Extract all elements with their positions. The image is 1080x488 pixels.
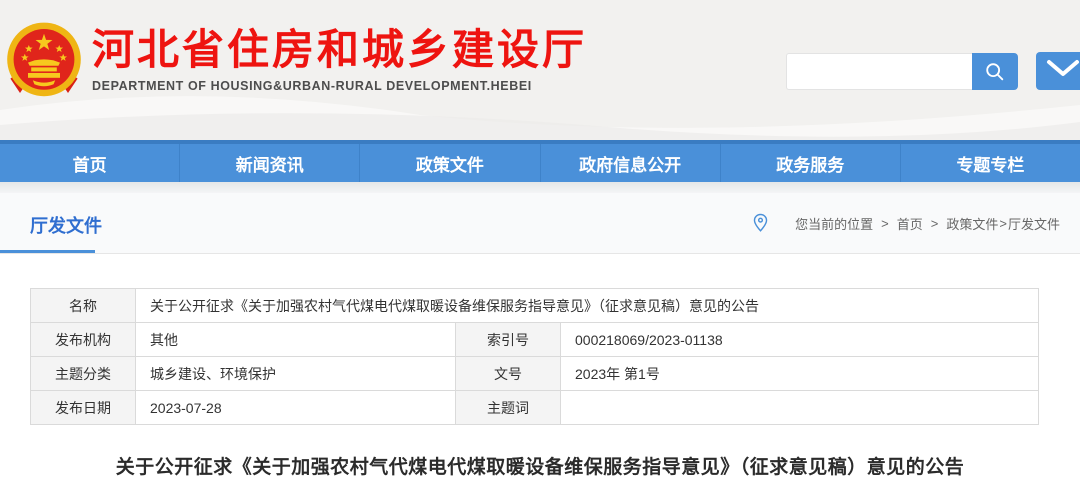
breadcrumb-bar: 厅发文件 您当前的位置 > 首页 > 政策文件 > 厅发文件 bbox=[0, 193, 1080, 254]
field-label-index: 索引号 bbox=[456, 323, 561, 357]
field-value-name: 关于公开征求《关于加强农村气代煤电代煤取暖设备维保服务指导意见》（征求意见稿）意… bbox=[136, 289, 1039, 323]
search-input[interactable] bbox=[786, 53, 972, 90]
article-title: 关于公开征求《关于加强农村气代煤电代煤取暖设备维保服务指导意见》（征求意见稿）意… bbox=[0, 452, 1080, 479]
site-title-block: 河北省住房和城乡建设厅 DEPARTMENT OF HOUSING&URBAN-… bbox=[92, 26, 587, 93]
section-title-underline bbox=[0, 250, 95, 253]
mail-icon bbox=[1046, 59, 1080, 83]
field-value-docnum: 2023年 第1号 bbox=[561, 357, 1039, 391]
site-header: 河北省住房和城乡建设厅 DEPARTMENT OF HOUSING&URBAN-… bbox=[0, 0, 1080, 140]
search-box bbox=[786, 53, 1018, 90]
nav-item-special[interactable]: 专题专栏 bbox=[900, 144, 1080, 182]
table-row: 主题分类 城乡建设、环境保护 文号 2023年 第1号 bbox=[31, 357, 1039, 391]
search-icon bbox=[984, 61, 1006, 83]
content-area: 名称 关于公开征求《关于加强农村气代煤电代煤取暖设备维保服务指导意见》（征求意见… bbox=[0, 254, 1080, 479]
breadcrumb-separator: > bbox=[999, 216, 1007, 231]
breadcrumb-separator: > bbox=[931, 216, 939, 231]
document-info-table: 名称 关于公开征求《关于加强农村气代煤电代煤取暖设备维保服务指导意见》（征求意见… bbox=[30, 288, 1039, 425]
section-title: 厅发文件 bbox=[30, 212, 102, 238]
field-value-category: 城乡建设、环境保护 bbox=[136, 357, 456, 391]
nav-item-news[interactable]: 新闻资讯 bbox=[179, 144, 359, 182]
breadcrumb-current[interactable]: 厅发文件 bbox=[1008, 214, 1060, 233]
breadcrumb-separator: > bbox=[881, 216, 889, 231]
field-label-category: 主题分类 bbox=[31, 357, 136, 391]
breadcrumb: 您当前的位置 > 首页 > 政策文件 > 厅发文件 bbox=[752, 193, 1060, 253]
nav-item-policy[interactable]: 政策文件 bbox=[359, 144, 539, 182]
site-logo-link[interactable] bbox=[4, 20, 84, 102]
field-value-date: 2023-07-28 bbox=[136, 391, 456, 425]
table-row: 发布机构 其他 索引号 000218069/2023-01138 bbox=[31, 323, 1039, 357]
nav-item-gov-info[interactable]: 政府信息公开 bbox=[540, 144, 720, 182]
field-label-name: 名称 bbox=[31, 289, 136, 323]
field-label-date: 发布日期 bbox=[31, 391, 136, 425]
mail-button[interactable] bbox=[1036, 52, 1080, 90]
site-subtitle: DEPARTMENT OF HOUSING&URBAN-RURAL DEVELO… bbox=[92, 79, 587, 93]
breadcrumb-home[interactable]: 首页 bbox=[897, 214, 923, 233]
breadcrumb-location-label: 您当前的位置 bbox=[795, 214, 873, 233]
site-title: 河北省住房和城乡建设厅 bbox=[92, 26, 587, 74]
main-nav: 首页 新闻资讯 政策文件 政府信息公开 政务服务 专题专栏 bbox=[0, 140, 1080, 182]
field-value-index: 000218069/2023-01138 bbox=[561, 323, 1039, 357]
location-pin-icon bbox=[752, 213, 769, 233]
breadcrumb-policy[interactable]: 政策文件 bbox=[946, 214, 998, 233]
field-label-issuer: 发布机构 bbox=[31, 323, 136, 357]
field-label-docnum: 文号 bbox=[456, 357, 561, 391]
table-row: 名称 关于公开征求《关于加强农村气代煤电代煤取暖设备维保服务指导意见》（征求意见… bbox=[31, 289, 1039, 323]
table-row: 发布日期 2023-07-28 主题词 bbox=[31, 391, 1039, 425]
national-emblem-icon bbox=[4, 20, 84, 102]
nav-item-home[interactable]: 首页 bbox=[0, 144, 179, 182]
nav-shadow-strip bbox=[0, 182, 1080, 193]
field-value-issuer: 其他 bbox=[136, 323, 456, 357]
field-value-keywords bbox=[561, 391, 1039, 425]
search-button[interactable] bbox=[972, 53, 1018, 90]
nav-item-services[interactable]: 政务服务 bbox=[720, 144, 900, 182]
field-label-keywords: 主题词 bbox=[456, 391, 561, 425]
